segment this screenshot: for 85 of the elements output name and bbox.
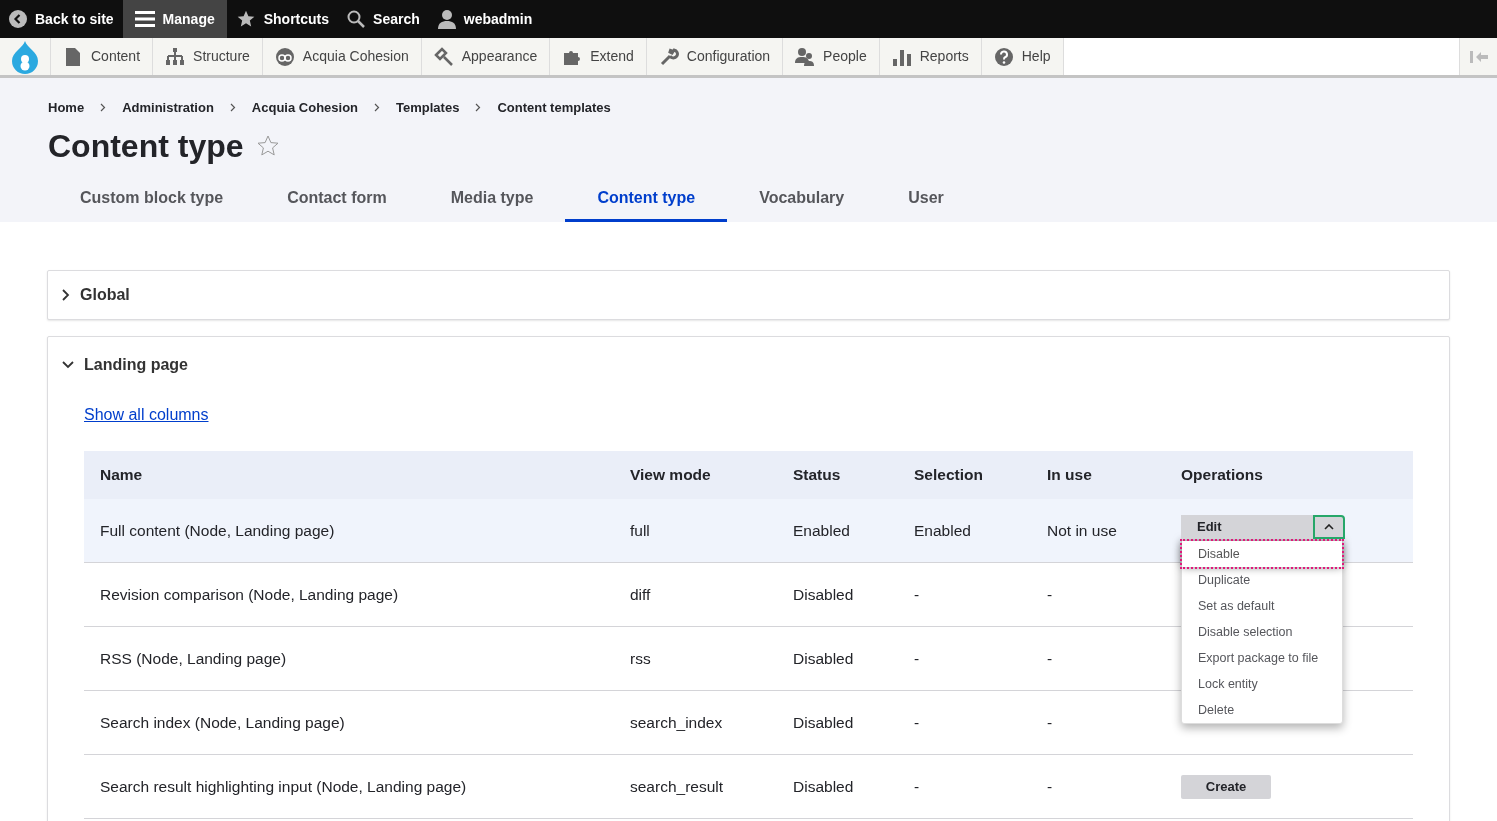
admin-menu-item[interactable]: Structure: [152, 38, 262, 75]
chevron-right-icon: [62, 288, 70, 301]
table-cell: -: [1031, 690, 1165, 755]
people-icon: [795, 46, 816, 67]
menu-item[interactable]: Set as default: [1182, 592, 1342, 619]
chevron-down-icon: [62, 360, 74, 369]
admin-menu-item[interactable]: Acquia Cohesion: [261, 38, 421, 75]
table-cell: Full content (Node, Landing page): [84, 498, 614, 563]
breadcrumb-link[interactable]: Administration: [122, 98, 214, 118]
toolbar-tab[interactable]: webadmin: [428, 0, 542, 38]
drop-logo-icon[interactable]: [10, 39, 40, 74]
table-cell: -: [898, 562, 1031, 627]
table-cell: Disabled: [777, 754, 898, 819]
tab[interactable]: Custom block type: [48, 177, 256, 222]
table-cell: Not in use: [1031, 498, 1165, 563]
search-icon: [347, 10, 366, 28]
page-title: Content type: [48, 126, 244, 166]
menu-item[interactable]: Export package to file: [1182, 644, 1342, 671]
admin-menu-item[interactable]: Appearance: [420, 38, 550, 75]
help-icon: [993, 46, 1014, 67]
menu-icon: [134, 11, 155, 27]
table-cell: Search result highlighting input (Node, Landing page): [84, 754, 614, 819]
column-header: View mode: [614, 450, 777, 499]
toolbar-tab[interactable]: Back to site: [0, 0, 123, 38]
column-header: Operations: [1165, 450, 1413, 499]
breadcrumb-link[interactable]: Home: [48, 98, 85, 118]
user-icon: [437, 9, 456, 29]
table-cell: search_index: [614, 690, 777, 755]
table-cell: rss: [614, 626, 777, 691]
table-cell: Search index (Node, Landing page): [84, 690, 614, 755]
collapse-icon[interactable]: [1469, 50, 1488, 63]
star-icon[interactable]: [255, 133, 280, 158]
admin-menu-item[interactable]: Extend: [549, 38, 646, 75]
breadcrumb-link[interactable]: Acquia Cohesion: [251, 98, 359, 118]
menu-item[interactable]: Disable selection: [1182, 618, 1342, 645]
admin-menu-item[interactable]: People: [782, 38, 879, 75]
breadcrumb-link[interactable]: Templates: [396, 98, 460, 118]
toolbar-tab[interactable]: Manage: [122, 0, 227, 38]
tab[interactable]: Media type: [418, 177, 566, 222]
document-icon: [63, 46, 83, 67]
table-cell: Disabled: [777, 626, 898, 691]
table-cell: diff: [614, 562, 777, 627]
dropdown-toggle-button[interactable]: [1313, 514, 1345, 539]
table-cell: -: [898, 626, 1031, 691]
menu-item[interactable]: Duplicate: [1182, 566, 1342, 593]
tab[interactable]: Contact form: [255, 177, 419, 222]
table-cell: RSS (Node, Landing page): [84, 626, 614, 691]
column-header: Name: [84, 450, 614, 499]
column-header: In use: [1031, 450, 1165, 499]
admin-menu-item[interactable]: Content: [50, 38, 153, 75]
toolbar-tab[interactable]: Shortcuts: [226, 0, 339, 38]
show-all-columns-link[interactable]: Show all columns: [84, 405, 209, 423]
table-cell: -: [898, 690, 1031, 755]
wrench-icon: [658, 46, 679, 67]
tab[interactable]: User: [876, 177, 976, 222]
menu-item[interactable]: Delete: [1182, 696, 1342, 723]
table-cell: search_result: [614, 754, 777, 819]
tab[interactable]: Content type: [565, 177, 728, 222]
create-button[interactable]: Create: [1181, 774, 1271, 799]
toolbar-tab[interactable]: Search: [338, 0, 429, 38]
table-cell: -: [1031, 754, 1165, 819]
section-toggle[interactable]: Landing page: [48, 336, 1449, 389]
table-cell: -: [898, 754, 1031, 819]
hierarchy-icon: [165, 46, 186, 67]
column-header: Selection: [898, 450, 1031, 499]
admin-menu-item[interactable]: Configuration: [645, 38, 783, 75]
breadcrumb-link[interactable]: Content templates: [497, 98, 611, 118]
menu-item[interactable]: Lock entity: [1182, 670, 1342, 697]
table-cell: Enabled: [777, 498, 898, 563]
table-cell: -: [1031, 626, 1165, 691]
admin-menu-item[interactable]: Help: [980, 38, 1063, 75]
chevron-up-icon: [1324, 523, 1334, 530]
section-toggle[interactable]: Global: [48, 270, 1449, 319]
hammer-icon: [433, 46, 454, 67]
cohesion-icon: [274, 46, 295, 67]
table-cell: Disabled: [777, 562, 898, 627]
table-cell: -: [1031, 562, 1165, 627]
table-cell: full: [614, 498, 777, 563]
tab[interactable]: Vocabulary: [727, 177, 877, 222]
admin-menu-item[interactable]: Reports: [878, 38, 981, 75]
edit-button[interactable]: Edit: [1181, 514, 1313, 539]
table-cell: Enabled: [898, 498, 1031, 563]
column-header: Status: [777, 450, 898, 499]
table-cell: Disabled: [777, 690, 898, 755]
table-cell: Revision comparison (Node, Landing page): [84, 562, 614, 627]
